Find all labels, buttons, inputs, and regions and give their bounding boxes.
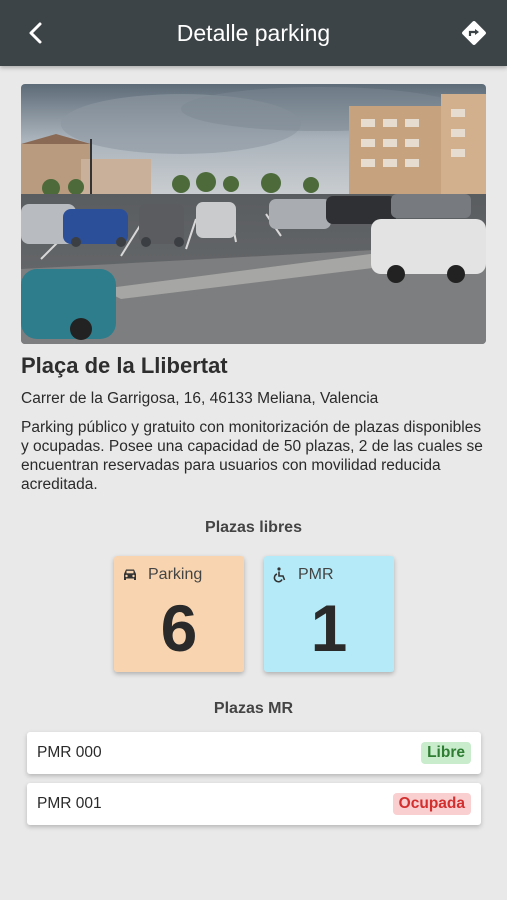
status-badge: Libre: [421, 742, 471, 764]
directions-button[interactable]: [457, 16, 491, 50]
parking-address: Carrer de la Garrigosa, 16, 46133 Melian…: [21, 390, 379, 407]
parking-name: Plaça de la Llibertat: [21, 353, 228, 378]
list-item[interactable]: PMR 000 Libre: [27, 732, 481, 774]
mr-spots-title: Plazas MR: [213, 700, 294, 717]
wheelchair-icon: [273, 567, 286, 583]
parking-description: Parking público y gratuito con monitoriz…: [21, 419, 483, 493]
page-title: Detalle parking: [176, 19, 331, 46]
free-spots-title: Plazas libres: [205, 519, 302, 536]
app-bar: Detalle parking: [0, 0, 507, 66]
spot-name: PMR 001: [37, 795, 102, 812]
list-item[interactable]: PMR 001 Ocupada: [27, 783, 481, 825]
arrow-back-icon: [29, 22, 42, 44]
back-button[interactable]: [20, 17, 52, 49]
spot-name: PMR 000: [37, 744, 102, 761]
parking-tile-label: Parking: [148, 566, 203, 583]
parking-photo: [21, 84, 486, 344]
pmr-tile-label: PMR: [298, 566, 334, 583]
parking-free-count: 6: [160, 591, 198, 665]
parking-free-tile: Parking 6: [114, 556, 244, 672]
pmr-free-tile: PMR 1: [264, 556, 394, 672]
car-icon: [124, 569, 136, 580]
directions-icon: [462, 21, 486, 45]
pmr-free-count: 1: [310, 591, 348, 665]
status-badge: Ocupada: [392, 793, 471, 815]
